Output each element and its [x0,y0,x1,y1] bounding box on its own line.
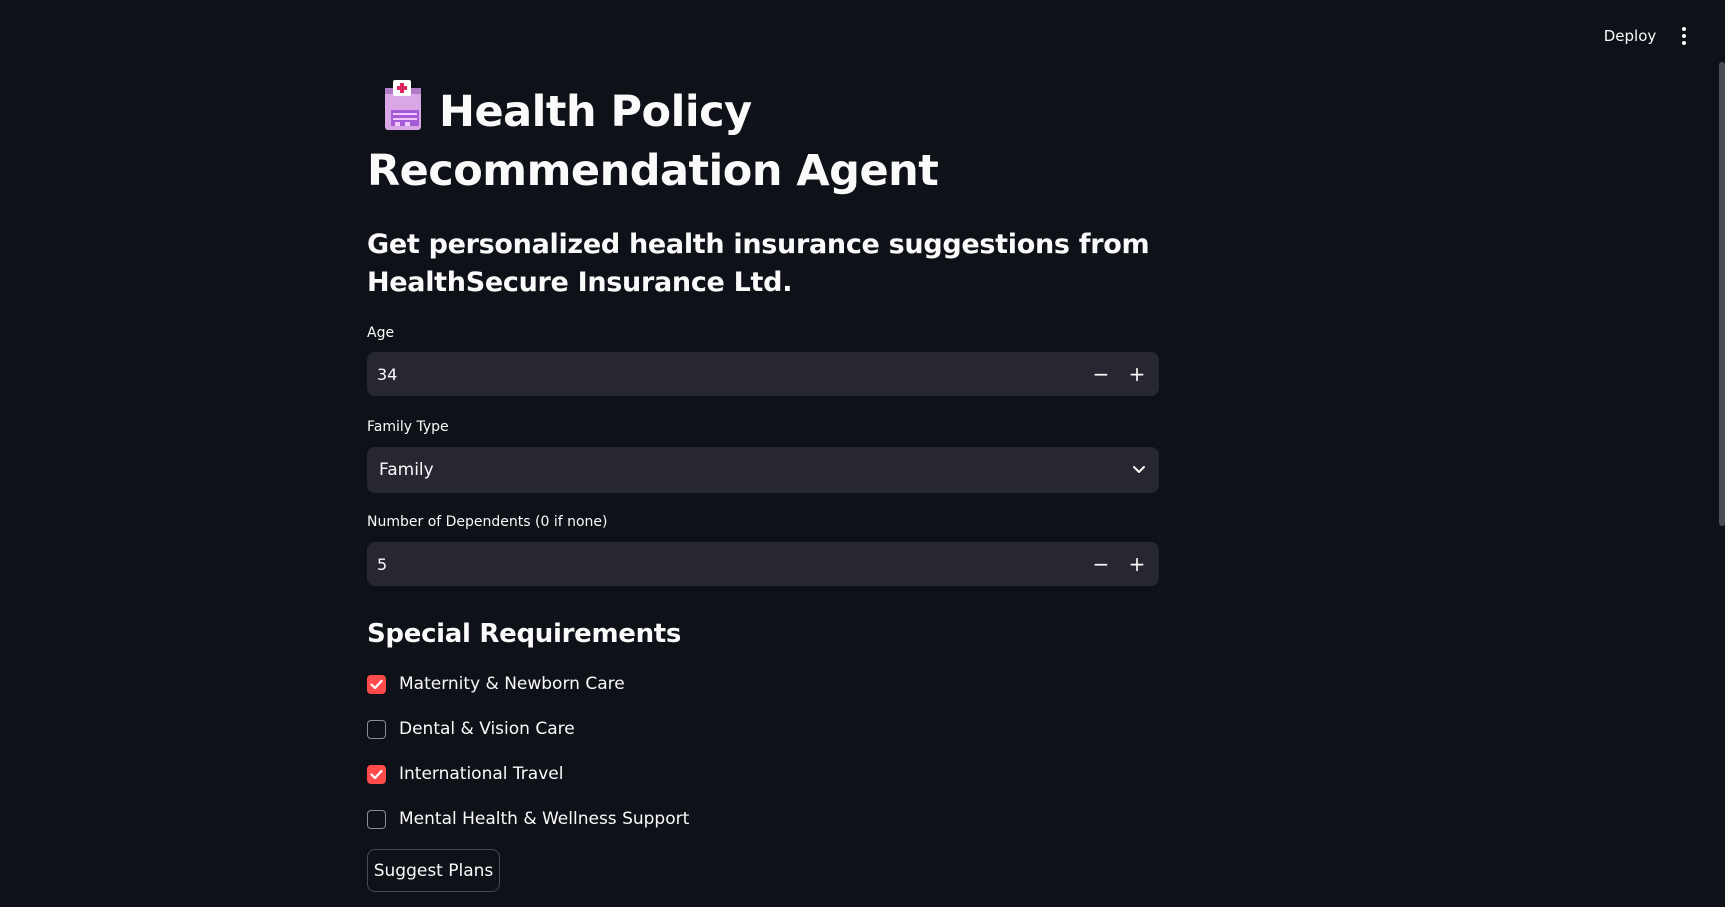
page-title-text: Health Policy Recommendation Agent [367,87,939,196]
dependents-field[interactable]: 5 [367,555,1083,574]
menu-dot [1682,34,1686,38]
decrement-age-button[interactable]: − [1083,352,1119,396]
increment-age-button[interactable]: + [1119,352,1155,396]
kebab-menu-icon[interactable] [1672,22,1696,50]
checkbox-mental-health[interactable]: Mental Health & Wellness Support [367,806,689,832]
checkbox-maternity[interactable]: Maternity & Newborn Care [367,671,625,697]
family-type-label: Family Type [367,419,449,435]
checkbox-dental-vision[interactable]: Dental & Vision Care [367,716,575,742]
increment-dependents-button[interactable]: + [1119,542,1155,586]
top-toolbar: Deploy [0,0,1725,70]
hospital-icon [381,80,425,132]
page-subtitle: Get personalized health insurance sugges… [367,229,1150,298]
age-number-input: 34 − + [367,352,1159,396]
checkbox-checked-icon[interactable] [367,674,386,694]
checkbox-label: International Travel [399,764,564,784]
checkbox-international-travel[interactable]: International Travel [367,761,563,787]
deploy-button[interactable]: Deploy [1590,24,1670,48]
menu-dot [1682,27,1686,31]
checkbox-label: Dental & Vision Care [399,719,575,739]
suggest-plans-button[interactable]: Suggest Plans [367,849,500,892]
checkbox-label: Maternity & Newborn Care [399,674,625,694]
age-label: Age [367,325,395,341]
dependents-number-input: 5 − + [367,542,1159,586]
menu-dot [1682,41,1686,45]
family-type-select[interactable]: Family [367,447,1159,493]
checkbox-label: Mental Health & Wellness Support [399,809,690,829]
checkbox-checked-icon[interactable] [367,764,386,784]
age-field[interactable]: 34 [367,365,1083,384]
decrement-dependents-button[interactable]: − [1083,542,1119,586]
dependents-label: Number of Dependents (0 if none) [367,514,608,530]
page-title: Health Policy Recommendation Agent [367,80,1159,201]
chevron-down-icon [1119,465,1159,475]
special-requirements-heading: Special Requirements [367,619,682,649]
family-type-selected: Family [379,460,434,480]
checkbox-unchecked-icon[interactable] [367,719,386,739]
scrollbar[interactable] [1719,62,1725,526]
checkbox-unchecked-icon[interactable] [367,809,386,829]
